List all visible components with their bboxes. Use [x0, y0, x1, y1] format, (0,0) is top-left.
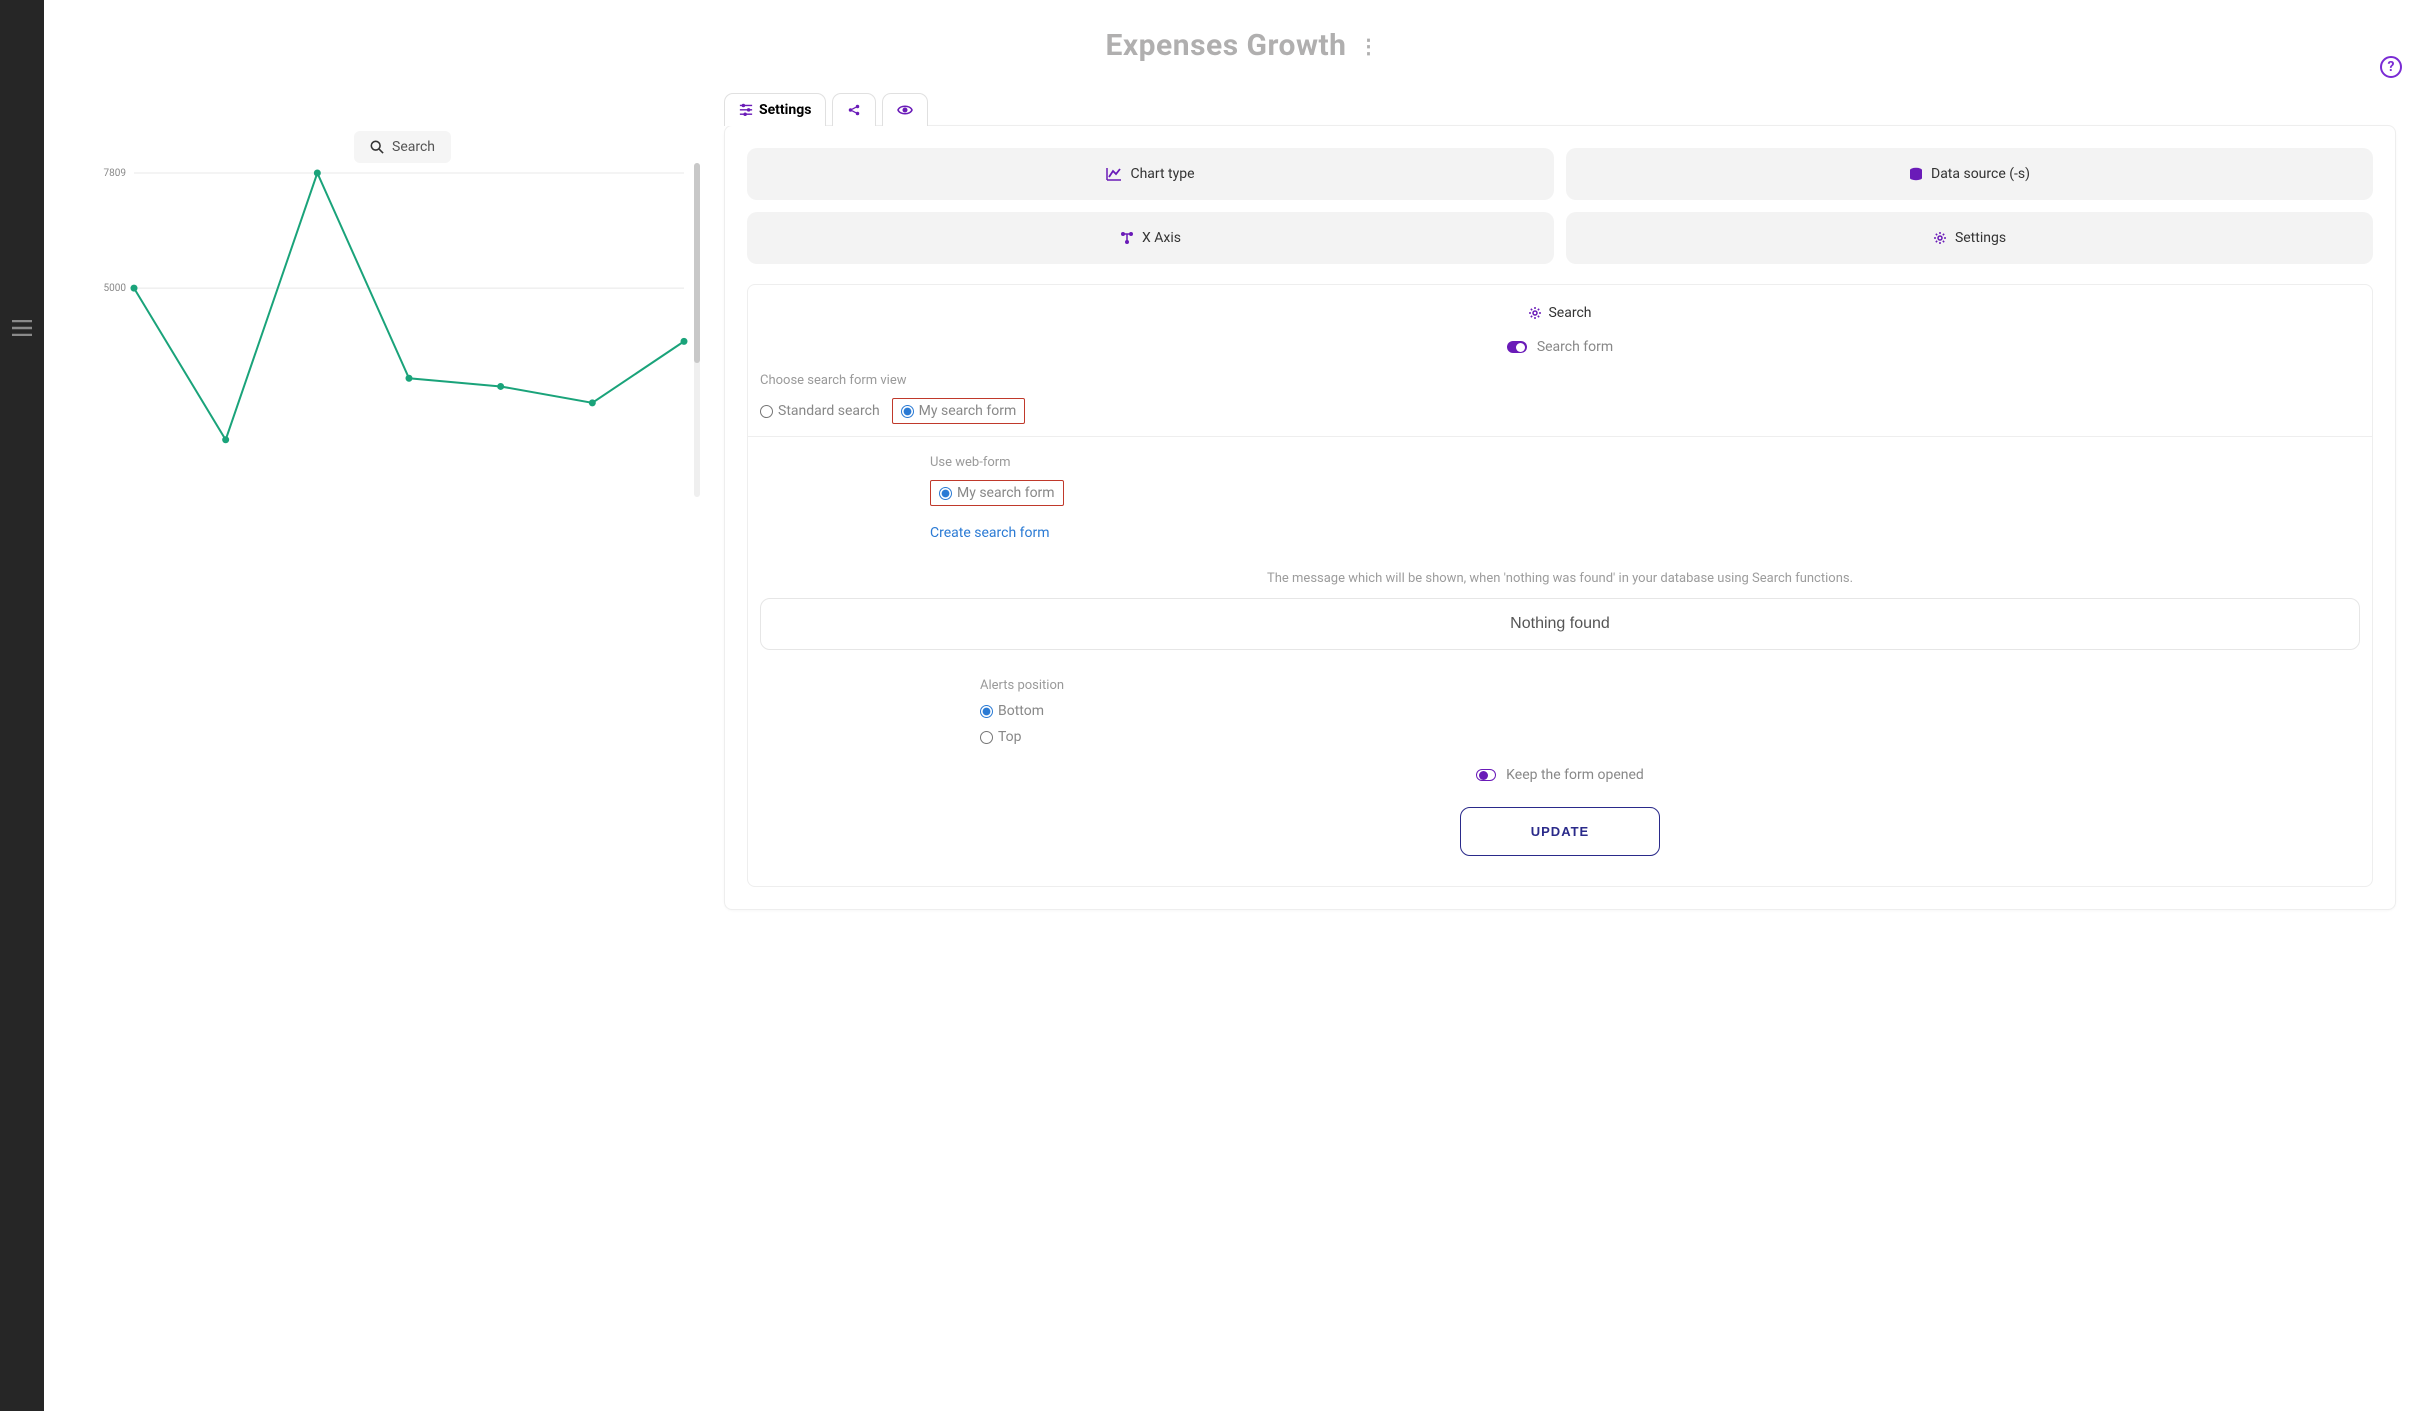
gear-icon	[1933, 231, 1947, 245]
chart-type-button[interactable]: Chart type	[747, 148, 1554, 200]
search-icon	[370, 140, 384, 154]
chart-line-icon	[1106, 167, 1122, 181]
page-title-text: Expenses Growth	[1106, 28, 1347, 63]
radio-alerts-top[interactable]: Top	[980, 729, 2360, 745]
page-title: Expenses Growth ⋮	[44, 28, 2436, 63]
database-icon	[1909, 167, 1923, 181]
chart-area: Search 5000 7809	[84, 63, 684, 1371]
eye-icon	[897, 103, 913, 117]
choose-form-label: Choose search form view	[760, 373, 2360, 388]
hamburger-icon[interactable]	[12, 320, 32, 336]
settings-button[interactable]: Settings	[1566, 212, 2373, 264]
radio-use-my-form-input[interactable]	[939, 487, 952, 500]
radio-standard-search[interactable]: Standard search	[760, 403, 880, 419]
radio-standard-search-input[interactable]	[760, 405, 773, 418]
radio-alerts-top-label: Top	[998, 729, 1022, 745]
svg-text:5000: 5000	[104, 283, 127, 294]
radio-my-search-form[interactable]: My search form	[892, 398, 1026, 424]
data-source-button[interactable]: Data source (-s)	[1566, 148, 2373, 200]
search-label: Search	[392, 139, 435, 155]
data-source-label: Data source (-s)	[1931, 166, 2030, 182]
svg-text:7809: 7809	[104, 168, 126, 179]
use-web-form-label: Use web-form	[930, 455, 2360, 470]
settings-panel: Chart type Data source (-s) X Axis	[724, 125, 2396, 910]
update-button[interactable]: UPDATE	[1460, 807, 1660, 856]
sidebar-collapsed	[0, 0, 44, 1411]
help-icon[interactable]: ?	[2380, 56, 2402, 78]
alerts-position-label: Alerts position	[980, 678, 2360, 693]
line-chart: 5000 7809	[94, 163, 694, 503]
nothing-found-input[interactable]	[760, 598, 2360, 650]
x-axis-label: X Axis	[1142, 230, 1181, 246]
keep-open-row: Keep the form opened	[760, 767, 2360, 783]
search-header-text: Search	[1548, 305, 1591, 321]
chart-scrollbar-thumb[interactable]	[694, 163, 700, 363]
search-config-header: Search	[760, 305, 2360, 321]
tabs: Settings	[724, 93, 2396, 126]
gear-icon	[1528, 306, 1542, 320]
search-form-toggle-row: Search form	[760, 339, 2360, 355]
drag-handle-icon[interactable]: ⋮	[1358, 34, 1374, 58]
search-form-toggle[interactable]	[1507, 341, 1527, 353]
chart-type-label: Chart type	[1130, 166, 1194, 182]
radio-alerts-top-input[interactable]	[980, 731, 993, 744]
nothing-found-hint: The message which will be shown, when 'n…	[760, 571, 2360, 586]
radio-my-search-form-input[interactable]	[901, 405, 914, 418]
tab-settings[interactable]: Settings	[724, 93, 826, 126]
chart-scrollbar[interactable]	[694, 163, 700, 497]
sliders-icon	[739, 103, 753, 117]
radio-alerts-bottom-input[interactable]	[980, 705, 993, 718]
search-form-toggle-label: Search form	[1537, 339, 1613, 355]
create-search-form-link[interactable]: Create search form	[930, 525, 1050, 541]
settings-label: Settings	[1955, 230, 2006, 246]
keep-open-label: Keep the form opened	[1506, 767, 1644, 783]
radio-my-search-form-label: My search form	[919, 403, 1017, 419]
radio-use-my-form[interactable]: My search form	[930, 480, 1064, 506]
search-button[interactable]: Search	[354, 131, 451, 163]
tab-preview[interactable]	[882, 93, 928, 126]
radio-alerts-bottom-label: Bottom	[998, 703, 1044, 719]
radio-standard-search-label: Standard search	[778, 403, 880, 419]
radio-use-my-form-label: My search form	[957, 485, 1055, 501]
axis-icon	[1120, 231, 1134, 245]
search-config-panel: Search Search form Choose search form vi…	[747, 284, 2373, 887]
chart-svg: 5000 7809	[94, 163, 694, 503]
x-axis-button[interactable]: X Axis	[747, 212, 1554, 264]
tab-share[interactable]	[832, 93, 876, 126]
share-icon	[847, 103, 861, 117]
tab-settings-label: Settings	[759, 102, 811, 118]
keep-open-toggle[interactable]	[1476, 769, 1496, 781]
radio-alerts-bottom[interactable]: Bottom	[980, 703, 2360, 719]
